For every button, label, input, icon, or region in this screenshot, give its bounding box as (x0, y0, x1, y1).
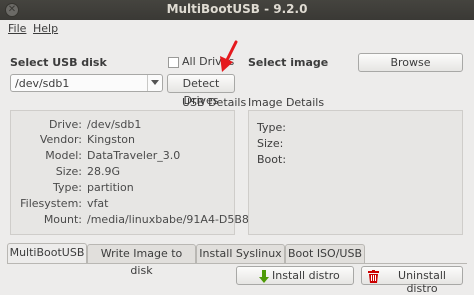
usb-details-panel: Drive: /dev/sdb1 Vendor: Kingston Model:… (10, 110, 249, 235)
install-distro-button[interactable]: Install distro (236, 266, 354, 285)
menu-help[interactable]: Help (33, 22, 58, 35)
uninstall-distro-button[interactable]: Uninstall distro (361, 266, 463, 295)
chevron-down-icon (147, 75, 162, 91)
image-details-panel: Type: Size: Boot: (248, 110, 463, 235)
usb-details-title: USB Details (182, 96, 247, 109)
window-title: MultiBootUSB - 9.2.0 (166, 2, 308, 16)
mount-label: Mount: (43, 213, 82, 226)
all-drives-checkbox[interactable] (168, 57, 179, 68)
size-value: 28.9G (87, 165, 121, 178)
menu-bar: File Help (0, 20, 474, 36)
tab-write-image[interactable]: Write Image to disk (87, 244, 196, 277)
filesystem-value: vfat (87, 197, 109, 210)
usb-disk-select[interactable]: /dev/sdb1 (10, 74, 163, 92)
uninstall-distro-label: Uninstall distro (398, 269, 446, 295)
annotation-arrow-icon (220, 40, 238, 72)
image-type-label: Type: (257, 121, 286, 134)
model-value: DataTraveler_3.0 (87, 149, 181, 162)
model-label: Model: (45, 149, 82, 162)
type-value: partition (87, 181, 134, 194)
image-boot-label: Boot: (257, 153, 287, 166)
vendor-value: Kingston (87, 133, 135, 146)
image-details-title: Image Details (248, 96, 325, 109)
install-distro-label: Install distro (272, 269, 340, 282)
vendor-label: Vendor: (39, 133, 82, 146)
browse-button[interactable]: Browse (358, 53, 463, 72)
mount-value: /media/linuxbabe/91A4-D5B8 (87, 213, 249, 226)
trash-icon (368, 270, 379, 283)
detect-drives-button[interactable]: Detect Drives (167, 74, 235, 107)
type-label: Type: (53, 181, 82, 194)
download-arrow-icon (259, 270, 269, 283)
size-label: Size: (55, 165, 82, 178)
usb-disk-value: /dev/sdb1 (15, 77, 70, 90)
select-image-label: Select image (248, 56, 329, 69)
drive-value: /dev/sdb1 (87, 118, 142, 131)
select-usb-label: Select USB disk (10, 56, 107, 69)
menu-file[interactable]: File (8, 22, 26, 35)
image-size-label: Size: (257, 137, 284, 150)
tab-boot-iso-usb[interactable]: Boot ISO/USB (285, 244, 365, 263)
tab-multibootusb[interactable]: MultiBootUSB (7, 243, 87, 264)
drive-label: Drive: (48, 118, 82, 131)
menu-help-label: Help (33, 22, 59, 35)
tab-install-syslinux[interactable]: Install Syslinux (196, 244, 285, 263)
title-bar: ✕ MultiBootUSB - 9.2.0 (0, 0, 474, 21)
menu-file-label: File (8, 22, 27, 35)
filesystem-label: Filesystem: (20, 197, 82, 210)
